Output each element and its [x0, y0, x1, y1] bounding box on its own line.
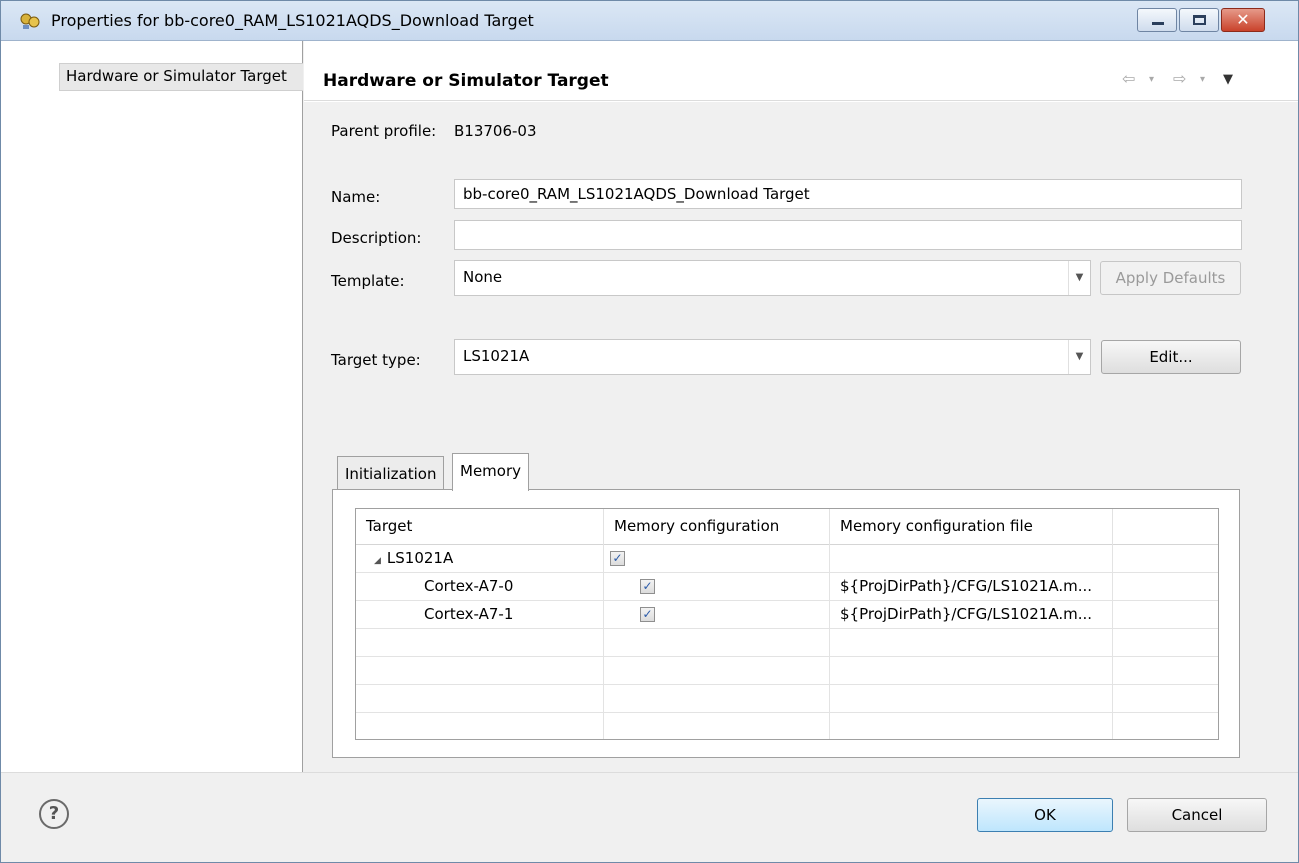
target-name: LS1021A — [386, 549, 454, 567]
memory-config-cell: ✓ — [604, 545, 830, 573]
window-title: Properties for bb-core0_RAM_LS1021AQDS_D… — [51, 11, 534, 30]
minimize-button[interactable] — [1137, 8, 1177, 32]
target-type-value: LS1021A — [463, 347, 530, 365]
page-header: Hardware or Simulator Target ⇦ ▾ ⇨ ▾ ▼ — [304, 41, 1298, 101]
tab-memory[interactable]: Memory — [452, 453, 530, 491]
tab-initialization[interactable]: Initialization — [337, 456, 445, 490]
memory-config-cell: ✓ — [604, 601, 830, 629]
properties-dialog: Properties for bb-core0_RAM_LS1021AQDS_D… — [0, 0, 1299, 863]
memory-config-checkbox[interactable]: ✓ — [640, 579, 655, 594]
column-header-memory-configuration[interactable]: Memory configuration — [604, 509, 830, 545]
memory-config-cell: ✓ — [604, 573, 830, 601]
apply-defaults-button[interactable]: Apply Defaults — [1100, 261, 1241, 295]
button-bar: ? OK Cancel — [1, 772, 1298, 862]
table-row[interactable]: ◢ LS1021A ✓ — [356, 545, 1218, 573]
back-arrow-icon[interactable]: ⇦ — [1122, 69, 1135, 88]
page-content: Parent profile: B13706-03 Name: bb-core0… — [304, 102, 1298, 772]
maximize-button[interactable] — [1179, 8, 1219, 32]
table-row — [356, 713, 1218, 739]
eclipse-properties-icon — [20, 13, 40, 29]
memory-file-cell[interactable] — [830, 545, 1113, 573]
target-name: Cortex-A7-0 — [356, 573, 604, 601]
help-icon[interactable]: ? — [39, 799, 69, 829]
memory-config-table[interactable]: Target Memory configuration Memory confi… — [355, 508, 1219, 740]
target-cell: ◢ LS1021A — [356, 545, 604, 573]
chevron-down-icon[interactable]: ▼ — [1068, 261, 1090, 295]
nav-item-hardware-target[interactable]: Hardware or Simulator Target — [59, 63, 303, 91]
parent-profile-value: B13706-03 — [454, 122, 537, 140]
table-row — [356, 657, 1218, 685]
memory-config-checkbox[interactable]: ✓ — [640, 607, 655, 622]
template-combo[interactable]: None ▼ — [454, 260, 1091, 296]
target-type-combo[interactable]: LS1021A ▼ — [454, 339, 1091, 375]
description-label: Description: — [331, 229, 422, 247]
view-menu-icon[interactable]: ▼ — [1223, 72, 1233, 87]
target-name: Cortex-A7-1 — [356, 601, 604, 629]
name-field[interactable]: bb-core0_RAM_LS1021AQDS_Download Target — [454, 179, 1242, 209]
close-button[interactable]: ✕ — [1221, 8, 1265, 32]
table-row — [356, 629, 1218, 657]
parent-profile-label: Parent profile: — [331, 122, 437, 140]
memory-config-checkbox[interactable]: ✓ — [610, 551, 625, 566]
back-dropdown-icon[interactable]: ▾ — [1149, 74, 1154, 85]
memory-file-cell[interactable]: ${ProjDirPath}/CFG/LS1021A.m... — [830, 573, 1113, 601]
close-icon: ✕ — [1236, 10, 1250, 29]
forward-dropdown-icon[interactable]: ▾ — [1200, 74, 1205, 85]
expand-triangle-icon[interactable]: ◢ — [374, 556, 381, 566]
target-type-label: Target type: — [331, 351, 421, 369]
description-field[interactable] — [454, 220, 1242, 250]
table-row[interactable]: Cortex-A7-1 ✓ ${ProjDirPath}/CFG/LS1021A… — [356, 601, 1218, 629]
table-row[interactable]: Cortex-A7-0 ✓ ${ProjDirPath}/CFG/LS1021A… — [356, 573, 1218, 601]
name-label: Name: — [331, 188, 381, 206]
edit-target-type-button[interactable]: Edit... — [1101, 340, 1241, 374]
table-header: Target Memory configuration Memory confi… — [356, 509, 1218, 545]
empty-cell — [1113, 601, 1218, 629]
title-bar[interactable]: Properties for bb-core0_RAM_LS1021AQDS_D… — [1, 1, 1298, 41]
memory-tab-panel: Target Memory configuration Memory confi… — [332, 489, 1240, 758]
maximize-icon — [1193, 15, 1206, 25]
template-value: None — [463, 268, 503, 286]
template-label: Template: — [331, 272, 405, 290]
column-header-empty[interactable] — [1113, 509, 1218, 545]
chevron-down-icon[interactable]: ▼ — [1068, 340, 1090, 374]
page-title: Hardware or Simulator Target — [323, 71, 609, 91]
column-header-target[interactable]: Target — [356, 509, 604, 545]
property-page: Hardware or Simulator Target ⇦ ▾ ⇨ ▾ ▼ P… — [304, 41, 1298, 772]
cancel-button[interactable]: Cancel — [1127, 798, 1267, 832]
table-row — [356, 685, 1218, 713]
minimize-icon — [1152, 22, 1164, 25]
column-header-memory-configuration-file[interactable]: Memory configuration file — [830, 509, 1113, 545]
memory-file-cell[interactable]: ${ProjDirPath}/CFG/LS1021A.m... — [830, 601, 1113, 629]
ok-button[interactable]: OK — [977, 798, 1113, 832]
empty-cell — [1113, 545, 1218, 573]
forward-arrow-icon[interactable]: ⇨ — [1173, 69, 1186, 88]
empty-cell — [1113, 573, 1218, 601]
property-page-tree: Hardware or Simulator Target — [1, 41, 303, 772]
